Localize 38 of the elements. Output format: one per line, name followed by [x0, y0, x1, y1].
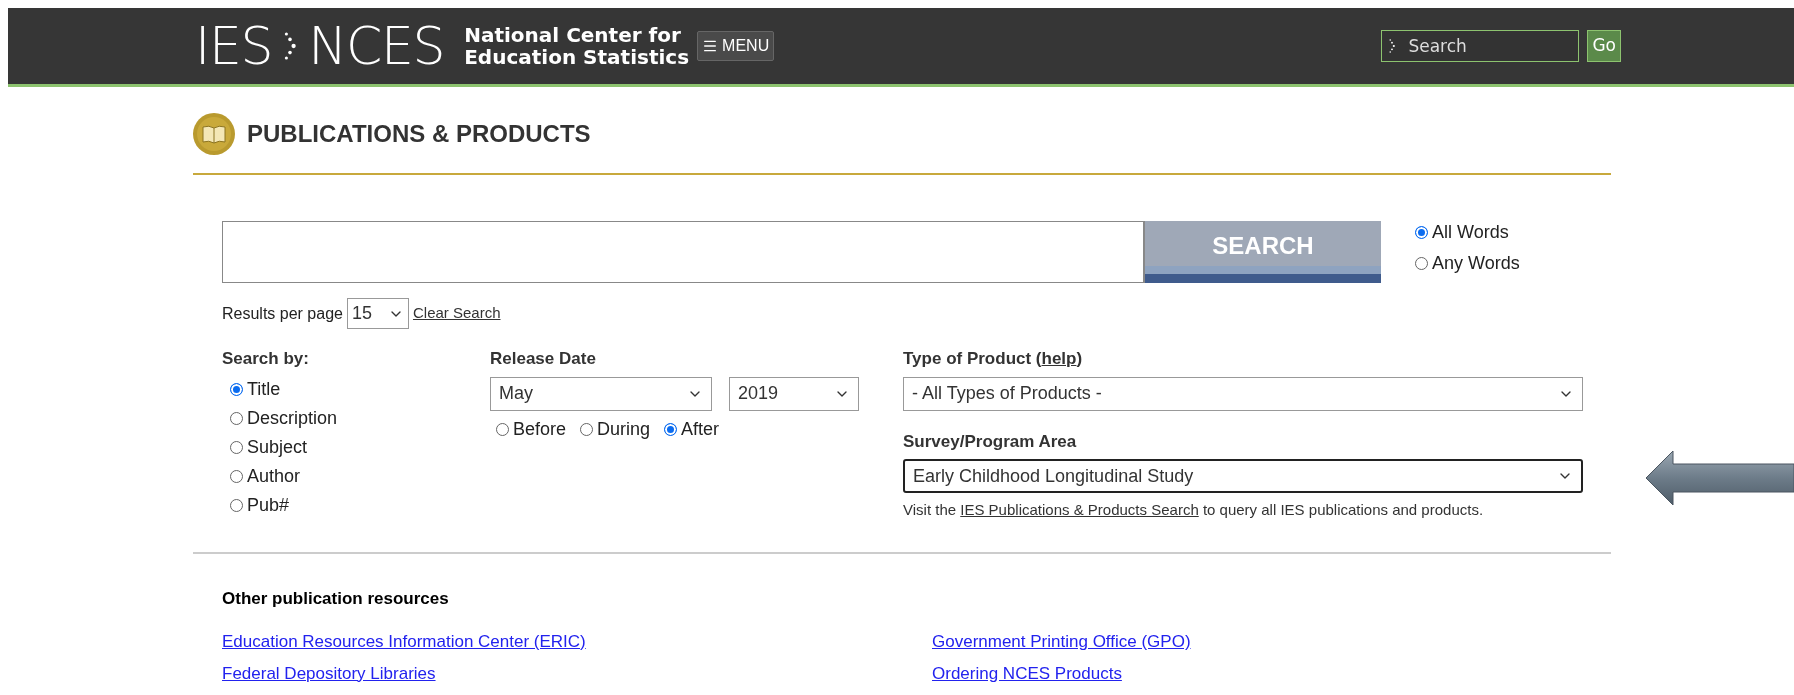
results-per-page-select[interactable]: 15 [346, 298, 409, 329]
release-date-label: Release Date [490, 348, 597, 370]
radio-option[interactable]: After [664, 415, 720, 443]
book-icon [193, 113, 235, 155]
menu-button[interactable]: MENU [697, 31, 775, 61]
page-title: PUBLICATIONS & PRODUCTS [247, 119, 591, 149]
radio-option[interactable]: Any Words [1415, 250, 1520, 277]
radio-option[interactable]: Title [230, 375, 490, 403]
radio-option[interactable]: Before [496, 415, 567, 443]
survey-area-label: Survey/Program Area [903, 430, 1078, 453]
year-select[interactable]: 2019 [729, 376, 859, 411]
product-type-label: Type of Product (help) [903, 348, 1084, 370]
month-select[interactable]: May [490, 376, 712, 411]
help-link[interactable]: help [1041, 349, 1077, 368]
search-by-label: Search by: [222, 348, 310, 370]
radio-option[interactable]: All Words [1415, 219, 1520, 246]
dots-icon [1389, 37, 1396, 55]
resource-link[interactable]: Ordering NCES Products [932, 660, 1611, 686]
search-input[interactable] [222, 221, 1144, 283]
product-type-select[interactable]: - All Types of Products - [903, 376, 1583, 411]
publications-search-link[interactable]: IES Publications & Products Search [960, 501, 1199, 518]
menu-icon [702, 38, 719, 54]
site-search-field[interactable]: Search [1381, 30, 1580, 62]
dots-icon [284, 29, 297, 63]
survey-area-select[interactable]: Early Childhood Longitudinal Study [903, 459, 1583, 493]
resource-link[interactable]: Government Printing Office (GPO) [932, 629, 1611, 655]
results-per-page-label: Results per page [222, 303, 343, 324]
clear-search-link[interactable]: Clear Search [412, 302, 501, 325]
radio-option[interactable]: During [580, 415, 651, 443]
other-resources-title: Other publication resources [222, 587, 450, 610]
resource-link[interactable]: Federal Depository Libraries [222, 660, 932, 686]
radio-option[interactable]: Description [230, 404, 490, 432]
search-note: Visit the IES Publications & Products Search to query all IES publications and products. [903, 500, 1485, 520]
radio-option[interactable]: Pub# [230, 491, 490, 519]
go-button[interactable]: Go [1587, 30, 1621, 62]
resource-link[interactable]: Education Resources Information Center (ERIC) [222, 629, 932, 655]
radio-option[interactable]: Author [230, 462, 490, 490]
radio-option[interactable]: Subject [230, 433, 490, 461]
